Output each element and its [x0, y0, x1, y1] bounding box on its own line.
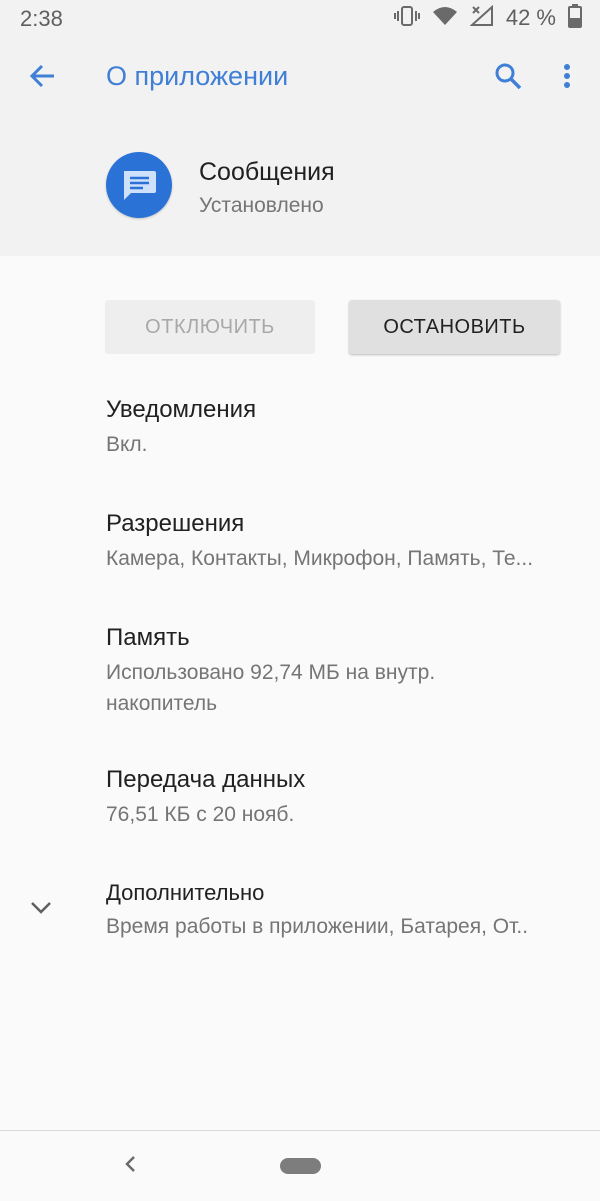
status-icons: 42 % [393, 3, 582, 33]
list-item-data-usage[interactable]: Передача данных 76,51 КБ с 20 нояб. [0, 758, 600, 858]
list-item-subtitle: Время работы в приложении, Батарея, От.. [106, 915, 529, 938]
list-item-title: Разрешения [106, 510, 245, 537]
force-stop-button[interactable]: ОСТАНОВИТЬ [349, 300, 560, 354]
list-item-storage[interactable]: Память Использовано 92,74 МБ на внутр. н… [0, 616, 600, 736]
chevron-down-icon [28, 894, 54, 920]
more-vert-icon [563, 63, 571, 94]
page-title: О приложении [106, 61, 289, 91]
search-icon [494, 62, 522, 95]
list-item-subtitle: Вкл. [106, 433, 148, 456]
navigation-bar [0, 1130, 600, 1201]
list-item-notifications[interactable]: Уведомления Вкл. [0, 388, 600, 488]
battery-icon [568, 3, 582, 33]
no-signal-icon [469, 4, 494, 32]
wifi-icon [432, 6, 458, 31]
back-arrow-icon [28, 62, 56, 95]
status-bar: 2:38 42 % [0, 0, 600, 36]
back-button[interactable] [22, 58, 62, 98]
app-header: О приложении Сообщения Установлено [0, 36, 600, 256]
list-item-title: Передача данных [106, 766, 306, 793]
app-name: Сообщения [199, 158, 335, 186]
list-item-advanced[interactable]: Дополнительно Время работы в приложении,… [0, 872, 600, 972]
list-item-subtitle: Камера, Контакты, Микрофон, Память, Те..… [106, 547, 534, 570]
status-time: 2:38 [20, 6, 63, 31]
list-item-title: Дополнительно [106, 880, 265, 905]
nav-back-button[interactable] [118, 1153, 142, 1179]
disable-button[interactable]: ОТКЛЮЧИТЬ [105, 300, 315, 354]
search-button[interactable] [488, 58, 528, 98]
list-item-subtitle: 76,51 КБ с 20 нояб. [106, 803, 295, 826]
list-item-subtitle: Использовано 92,74 МБ на внутр. накопите… [106, 661, 436, 715]
messages-app-icon [106, 152, 172, 218]
battery-percent: 42 % [505, 5, 556, 30]
vibrate-icon [393, 5, 420, 32]
nav-back-chevron-icon [123, 1154, 137, 1179]
list-item-title: Память [106, 624, 190, 651]
list-item-permissions[interactable]: Разрешения Камера, Контакты, Микрофон, П… [0, 502, 600, 602]
more-options-button[interactable] [550, 58, 584, 98]
list-item-title: Уведомления [106, 396, 257, 423]
nav-home-pill[interactable] [280, 1158, 321, 1174]
app-install-status: Установлено [199, 194, 324, 217]
